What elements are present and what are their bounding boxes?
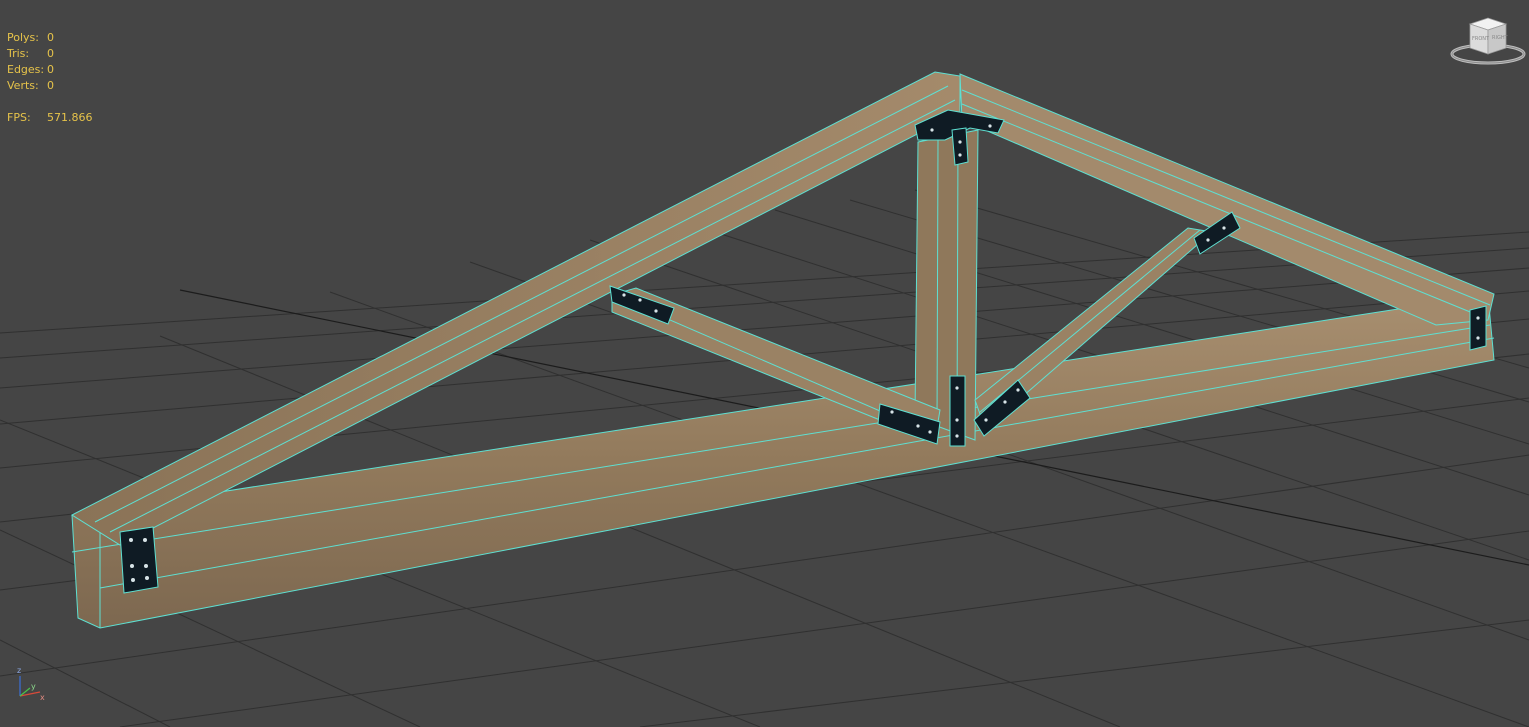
axis-x-label: x xyxy=(40,693,45,702)
gusset-plate-apex-vertical xyxy=(951,127,969,166)
3d-viewport[interactable]: Polys: 0 Tris: 0 Edges: 0 Verts: 0 FPS: … xyxy=(0,0,1529,727)
stat-fps-value: 571.866 xyxy=(47,111,93,124)
stat-verts-value: 0 xyxy=(47,79,54,92)
stat-fps: FPS: 571.866 xyxy=(7,110,93,126)
bottom-chord[interactable] xyxy=(71,294,1495,629)
gusset-plate-left-heel xyxy=(119,526,159,594)
stat-verts: Verts: 0 xyxy=(7,78,93,94)
viewcube-front-label: FRONT xyxy=(1472,36,1490,42)
center-king-post[interactable] xyxy=(914,129,979,441)
axis-y-label: y xyxy=(31,682,36,691)
gusset-plate-right-heel xyxy=(1469,305,1487,351)
stat-spacer xyxy=(7,94,93,110)
viewcube-right-label: RIGHT xyxy=(1492,35,1509,41)
axis-z-label: z xyxy=(17,666,21,675)
roof-truss-model[interactable] xyxy=(70,71,1495,629)
stat-verts-label: Verts: xyxy=(7,79,39,92)
viewcube-icon[interactable]: FRONT RIGHT xyxy=(1450,14,1526,66)
stat-polys-value: 0 xyxy=(47,31,54,44)
stat-fps-label: FPS: xyxy=(7,111,31,124)
viewport-statistics: Polys: 0 Tris: 0 Edges: 0 Verts: 0 FPS: … xyxy=(7,30,93,126)
axis-tripod-icon: z y x xyxy=(17,666,45,702)
stat-polys: Polys: 0 xyxy=(7,30,93,46)
viewport-scene[interactable] xyxy=(0,0,1529,727)
stat-tris: Tris: 0 xyxy=(7,46,93,62)
right-top-chord[interactable] xyxy=(959,73,1495,326)
stat-edges-label: Edges: xyxy=(7,63,45,76)
stat-edges: Edges: 0 xyxy=(7,62,93,78)
stat-tris-label: Tris: xyxy=(7,47,30,60)
stat-tris-value: 0 xyxy=(47,47,54,60)
stat-polys-label: Polys: xyxy=(7,31,39,44)
stat-edges-value: 0 xyxy=(47,63,54,76)
